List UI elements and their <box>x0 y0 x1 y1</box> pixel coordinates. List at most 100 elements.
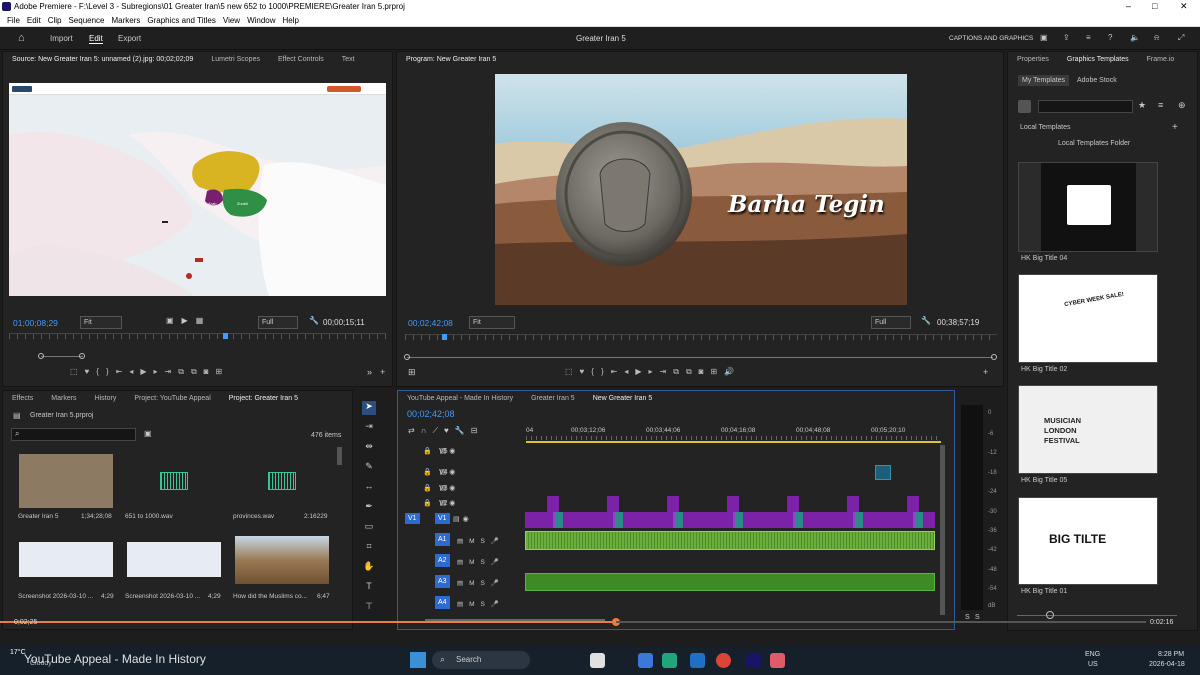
volume-icon[interactable]: 🔈 <box>1130 33 1140 42</box>
nav-edit[interactable]: Edit <box>89 34 103 44</box>
menu-clip[interactable]: Clip <box>48 14 62 27</box>
tab-program[interactable]: Program: New Greater Iran 5 <box>406 53 496 66</box>
progress-icon[interactable]: ≡ <box>1086 33 1091 42</box>
settings-icon[interactable]: ⊞ <box>408 367 416 378</box>
source-quality-select[interactable]: Full <box>258 316 298 329</box>
template-thumb-05[interactable]: MUSICIAN LONDON FESTIVAL <box>1018 385 1158 474</box>
program-add-icon[interactable]: + <box>983 367 988 377</box>
panel-icon[interactable]: ▣ <box>1040 33 1048 42</box>
v2-controls-icon[interactable]: 🔒 ▤◉ <box>423 499 458 507</box>
clock-time[interactable]: 8:28 PM <box>1158 651 1184 658</box>
v2-clips[interactable] <box>525 496 935 512</box>
tab-project-youtube[interactable]: Project: YouTube Appeal <box>134 392 210 405</box>
track-label-a3[interactable]: A3 <box>435 575 450 588</box>
my-templates-tab[interactable]: My Templates <box>1018 75 1070 86</box>
tab-history[interactable]: History <box>95 392 117 405</box>
tab-effects[interactable]: Effects <box>12 392 33 405</box>
project-item-thumb-3[interactable] <box>19 542 113 577</box>
a1-controls-icon[interactable]: ▤MS🎤 <box>457 537 505 545</box>
meter-solo-left[interactable]: S <box>965 614 970 621</box>
taskbar-search[interactable]: ⌕ Search <box>432 651 530 669</box>
track-label-a2[interactable]: A2 <box>435 554 450 567</box>
menu-sequence[interactable]: Sequence <box>68 14 104 27</box>
overlay-progress-bar[interactable] <box>0 621 616 623</box>
source-add-button-icon[interactable]: » <box>367 367 372 377</box>
v3-controls-icon[interactable]: 🔒 ▤◉ <box>423 484 458 492</box>
home-icon[interactable]: ⌂ <box>18 32 25 44</box>
program-wrench-icon[interactable]: 🔧 <box>921 316 931 325</box>
tab-sequence-greater-iran[interactable]: Greater Iran 5 <box>531 392 575 405</box>
list-view-icon[interactable]: ≡ <box>1158 100 1163 110</box>
help-icon[interactable]: ? <box>1108 33 1112 42</box>
wrench-icon[interactable]: 🔧 <box>309 316 319 325</box>
project-item-thumb-2[interactable] <box>235 454 329 508</box>
source-add-icon[interactable]: + <box>380 367 385 377</box>
source-timecode[interactable]: 01;00;08;29 <box>13 318 58 328</box>
a3-clip[interactable] <box>525 573 935 591</box>
pen-tool-icon[interactable]: ✒ <box>362 501 376 515</box>
chrome-icon[interactable] <box>716 653 731 668</box>
slip-tool-icon[interactable]: ↔ <box>362 481 376 495</box>
captions-graphics-workspace[interactable]: CAPTIONS AND GRAPHICS <box>949 35 1033 42</box>
razor-tool-icon[interactable]: ✎ <box>362 461 376 475</box>
menu-graphics[interactable]: Graphics and Titles <box>147 14 215 27</box>
menu-window[interactable]: Window <box>247 14 275 27</box>
timeline-ruler[interactable]: 04 00;03;12;06 00;03;44;06 00;04;16;08 0… <box>526 425 941 443</box>
quick-export-icon[interactable]: ⇪ <box>1063 33 1070 42</box>
filter-icon[interactable] <box>1018 100 1031 113</box>
template-size-slider[interactable] <box>1017 615 1177 616</box>
timeline-toolbar-icons[interactable]: ⇄∩⟋♥🔧⊟ <box>408 426 483 436</box>
source-ruler[interactable] <box>9 333 386 339</box>
program-zoom-left[interactable] <box>404 354 410 360</box>
track-label-a1[interactable]: A1 <box>435 533 450 546</box>
add-template-icon[interactable]: + <box>1172 122 1178 133</box>
program-ruler[interactable] <box>405 334 997 340</box>
project-item-thumb-0[interactable] <box>19 454 113 508</box>
hand-tool-icon[interactable]: ✋ <box>362 561 376 575</box>
selection-tool-icon[interactable]: ➤ <box>362 401 376 415</box>
a3-controls-icon[interactable]: ▤MS🎤 <box>457 579 505 587</box>
program-quality-select[interactable]: Full <box>871 316 911 329</box>
template-thumb-02[interactable]: CYBER WEEK SALE! <box>1018 274 1158 363</box>
edge-icon[interactable] <box>662 653 677 668</box>
tab-graphics-templates[interactable]: Graphics Templates <box>1067 53 1129 66</box>
local-templates-folder[interactable]: Local Templates <box>1020 124 1070 131</box>
nav-export[interactable]: Export <box>118 34 141 43</box>
ripple-tool-icon[interactable]: ⇹ <box>362 441 376 455</box>
tab-sequence-new-greater-iran[interactable]: New Greater Iran 5 <box>593 392 653 405</box>
menu-help[interactable]: Help <box>283 14 299 27</box>
tab-lumetri-scopes[interactable]: Lumetri Scopes <box>211 53 260 66</box>
close-button[interactable]: ✕ <box>1180 1 1188 12</box>
a2-controls-icon[interactable]: ▤MS🎤 <box>457 558 505 566</box>
tab-effect-controls[interactable]: Effect Controls <box>278 53 324 66</box>
tab-sequence-youtube[interactable]: YouTube Appeal - Made In History <box>407 392 513 405</box>
track-select-tool-icon[interactable]: ⇥ <box>362 421 376 435</box>
pause-overlay-icon[interactable] <box>590 653 605 668</box>
tab-source[interactable]: Source: New Greater Iran 5: unnamed (2).… <box>12 53 193 66</box>
app-taskbar-icon[interactable] <box>770 653 785 668</box>
language-label[interactable]: ENG <box>1085 651 1100 658</box>
adobe-stock-tab[interactable]: Adobe Stock <box>1077 77 1117 84</box>
timeline-vscroll[interactable] <box>940 445 945 615</box>
menu-markers[interactable]: Markers <box>112 14 141 27</box>
tab-markers[interactable]: Markers <box>51 392 76 405</box>
v1-controls-icon[interactable]: ▤◉ <box>453 515 472 523</box>
project-item-thumb-5[interactable] <box>235 536 329 584</box>
new-folder-icon[interactable]: ⊕ <box>1178 100 1186 111</box>
notifications-icon[interactable]: ⍾ <box>1154 33 1159 43</box>
program-zoom-bar[interactable] <box>407 357 993 358</box>
v4-clip[interactable] <box>875 465 891 480</box>
v5-controls-icon[interactable]: 🔒 ▤◉ <box>423 447 458 455</box>
template-thumb-01[interactable]: BIG TILTE <box>1018 497 1158 585</box>
minimize-button[interactable]: – <box>1126 1 1131 11</box>
menu-view[interactable]: View <box>223 14 240 27</box>
source-playhead[interactable] <box>223 333 228 339</box>
tab-properties[interactable]: Properties <box>1017 53 1049 66</box>
source-fit-select[interactable]: Fit <box>80 316 122 329</box>
tab-frameio[interactable]: Frame.io <box>1147 53 1175 66</box>
template-slider-handle[interactable] <box>1046 611 1054 619</box>
source-transport-controls[interactable]: ⬚♥{}⇤◂▶▸⇥⧉⧉◙⊞ <box>70 367 229 377</box>
project-item-thumb-4[interactable] <box>127 542 221 577</box>
tab-text[interactable]: Text <box>342 53 355 66</box>
source-tool-icons[interactable]: ▣▶▦ <box>166 316 211 325</box>
